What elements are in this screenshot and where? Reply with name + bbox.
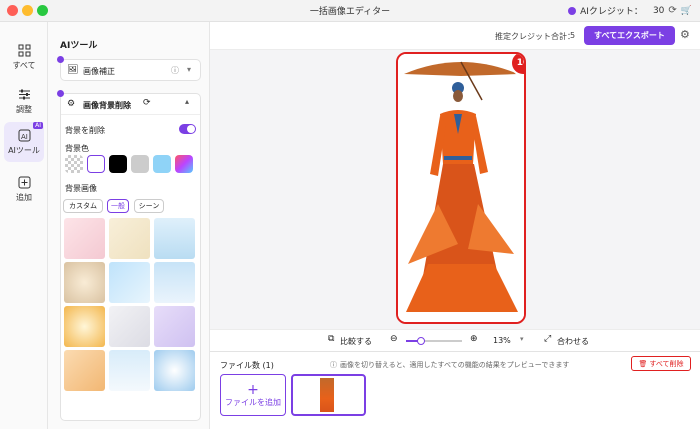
bg-thumb[interactable] (109, 262, 150, 303)
svg-text:AI: AI (21, 133, 28, 141)
export-all-button[interactable]: すべてエクスポート (584, 26, 675, 45)
nav-item-adjust[interactable]: 調整 (4, 82, 44, 120)
enhance-card[interactable]: 🖼 画像補正 ⓘ ▾ (57, 56, 201, 81)
zoom-slider[interactable] (406, 337, 462, 345)
bg-thumb[interactable] (154, 350, 195, 391)
bg-thumb[interactable] (154, 218, 195, 259)
ai-tool-icon: AI (18, 129, 30, 141)
nav-item-add[interactable]: 追加 (4, 170, 44, 208)
zoom-in-icon[interactable]: ⊕ (470, 334, 478, 344)
swatch-transparent[interactable] (65, 155, 83, 173)
swatch-gradient[interactable] (175, 155, 193, 173)
ai-dot-icon (57, 90, 64, 97)
preview-hint: 画像を切り替えると、適用したすべての機能の結果をプレビューできます (340, 361, 570, 369)
file-thumbnail-image (320, 378, 334, 412)
zoom-slider-handle[interactable] (416, 337, 425, 345)
bg-thumb[interactable] (154, 306, 195, 347)
title-bar: 一括画像エディター AIクレジット： 30 ⟳ 🛒 (0, 0, 700, 22)
nav-label: 調整 (16, 104, 32, 114)
bg-remove-card: ⚙ 画像背景削除 ⟳ ▴ 背景を削除 背景色 背景画像 カスタム 一般 シーン (57, 90, 201, 421)
file-thumbnail[interactable] (291, 374, 366, 416)
swatch-light-blue[interactable] (153, 155, 171, 173)
nav-label: すべて (12, 60, 36, 70)
bg-thumb[interactable] (64, 262, 105, 303)
main-header: 推定クレジット合計： 5 すべてエクスポート ⚙ (210, 22, 700, 50)
refresh-icon[interactable]: ⟳ (143, 98, 151, 108)
chevron-up-icon[interactable]: ▴ (185, 97, 189, 106)
enhance-label: 画像補正 (83, 67, 115, 76)
bg-color-label: 背景色 (65, 144, 89, 153)
zoom-dropdown-icon[interactable]: ▾ (520, 335, 524, 343)
grid-icon (18, 44, 30, 56)
swatch-white[interactable] (87, 155, 105, 173)
fit-icon[interactable]: ⤢ (544, 334, 551, 344)
ai-dot-icon (57, 56, 64, 63)
bg-remove-icon: ⚙ (67, 99, 76, 109)
trash-icon: 🗑 (638, 359, 648, 368)
color-swatches (65, 155, 197, 175)
tab-scene[interactable]: シーン (134, 199, 164, 213)
estimate-label: 推定クレジット合計： (495, 32, 575, 41)
tab-general[interactable]: 一般 (107, 199, 129, 213)
bg-thumb[interactable] (64, 350, 105, 391)
zoom-out-icon[interactable]: ⊖ (390, 334, 398, 344)
ai-credit-icon (568, 6, 577, 15)
ai-credits: AIクレジット： 30 ⟳ 🛒 (568, 4, 692, 17)
swatch-gray[interactable] (131, 155, 149, 173)
file-count: ファイル数 (1) (220, 361, 274, 370)
enhance-icon: 🖼 (67, 65, 79, 75)
nav-item-all[interactable]: すべて (4, 38, 44, 76)
zoom-value[interactable]: 13% (493, 336, 511, 345)
model-photo (398, 54, 524, 322)
add-file-label: ファイルを追加 (225, 397, 281, 407)
nav-label: AIツール (8, 145, 40, 155)
fit-label[interactable]: 合わせる (557, 336, 589, 347)
chevron-down-icon[interactable]: ▾ (187, 65, 191, 74)
bg-thumb[interactable] (109, 350, 150, 391)
remove-bg-label: 背景を削除 (65, 126, 105, 135)
bg-thumb[interactable] (64, 306, 105, 347)
delete-all-label: すべて削除 (649, 359, 684, 368)
swatch-black[interactable] (109, 155, 127, 173)
bg-thumb[interactable] (154, 262, 195, 303)
compare-label[interactable]: 比較する (340, 336, 372, 347)
estimate-value: 5 (570, 31, 576, 40)
cart-icon[interactable]: 🛒 (681, 6, 692, 16)
gear-icon[interactable]: ⚙ (680, 28, 690, 41)
plus-box-icon (18, 176, 30, 188)
bg-thumb[interactable] (109, 306, 150, 347)
sliders-icon (18, 89, 30, 99)
nav-item-ai-tools[interactable]: AI AI AIツール (4, 122, 44, 162)
ai-badge: AI (33, 122, 43, 129)
zoom-toolbar: ⧉ 比較する ⊖ ⊕ 13% ▾ ⤢ 合わせる (210, 329, 700, 351)
tab-custom[interactable]: カスタム (63, 199, 103, 213)
refresh-icon[interactable]: ⟳ (668, 5, 676, 16)
left-nav: すべて 調整 AI AI AIツール 追加 (0, 22, 48, 429)
delete-all-button[interactable]: 🗑 すべて削除 (631, 356, 691, 371)
info-icon: ⓘ (330, 361, 337, 369)
bg-remove-label: 画像背景削除 (83, 101, 131, 110)
ai-credit-label: AIクレジット： (580, 7, 643, 17)
ai-credit-value: 30 (652, 5, 665, 16)
remove-bg-toggle[interactable] (179, 124, 196, 134)
info-icon[interactable]: ⓘ (171, 65, 179, 76)
bg-thumb[interactable] (109, 218, 150, 259)
panel-title: AIツール (60, 41, 98, 51)
plus-icon: + (247, 381, 259, 398)
nav-label: 追加 (16, 192, 32, 202)
bg-thumb[interactable] (64, 218, 105, 259)
file-strip: ファイル数 (1) ⓘ 画像を切り替えると、適用したすべての機能の結果をプレビュ… (210, 351, 700, 429)
ai-tools-panel: AIツール 🖼 画像補正 ⓘ ▾ ⚙ 画像背景削除 ⟳ ▴ 背景を削除 背景色 … (48, 22, 210, 429)
add-file-button[interactable]: + ファイルを追加 (220, 374, 286, 416)
compare-icon[interactable]: ⧉ (328, 334, 334, 344)
preview-image-frame[interactable]: 10 (396, 52, 526, 324)
bg-image-label: 背景画像 (65, 184, 97, 193)
